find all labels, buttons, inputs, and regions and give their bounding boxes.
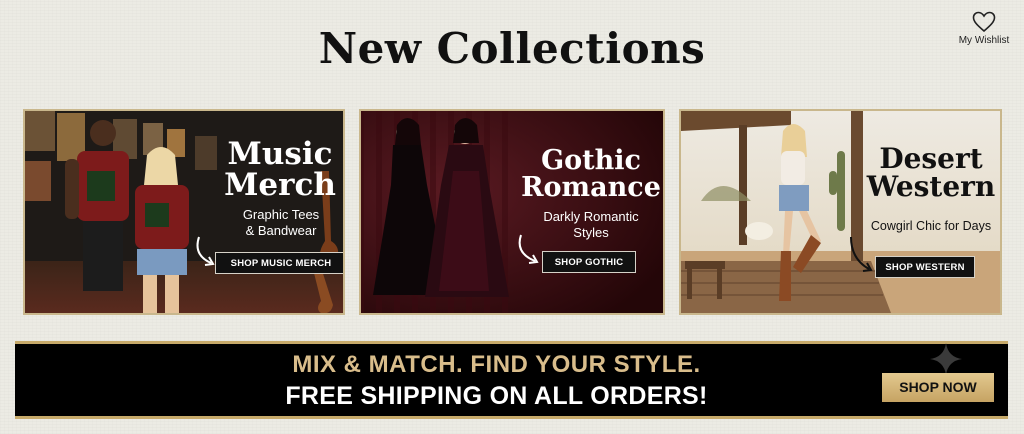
collection-card-desert-western[interactable]: Desert Western Cowgirl Chic for Days SHO… [679, 109, 1002, 315]
music-merch-heading: Music Merch [224, 136, 336, 203]
desert-western-subtitle: Cowgirl Chic for Days [870, 219, 992, 233]
gothic-romance-subtitle: Darkly Romantic Styles [543, 209, 639, 241]
shop-now-button[interactable]: SHOP NOW [882, 373, 994, 402]
promo-tagline: MIX & MATCH. FIND YOUR STYLE. [292, 351, 701, 378]
collection-card-music-merch[interactable]: Music Merch Graphic Tees & Bandwear SHOP… [23, 109, 345, 315]
collection-card-gothic-romance[interactable]: Gothic Romance Darkly Romantic Styles SH… [359, 109, 665, 315]
promo-free-shipping: FREE SHIPPING ON ALL ORDERS! [285, 382, 708, 410]
page-title: New Collections [318, 24, 706, 73]
wishlist-link[interactable]: My Wishlist [952, 11, 1016, 46]
gothic-romance-heading: Gothic Romance [521, 145, 661, 203]
curved-arrow-icon [196, 236, 215, 266]
wishlist-label: My Wishlist [958, 35, 1010, 46]
shop-gothic-button[interactable]: SHOP GOTHIC [542, 251, 636, 273]
promo-banner: MIX & MATCH. FIND YOUR STYLE. FREE SHIPP… [15, 341, 1008, 419]
curved-arrow-icon [850, 236, 873, 272]
desert-western-heading: Desert Western [866, 142, 996, 203]
sparkle-icon [930, 343, 962, 375]
curved-arrow-icon [518, 234, 539, 264]
shop-music-merch-button[interactable]: SHOP MUSIC MERCH [215, 252, 343, 274]
shop-western-button[interactable]: SHOP WESTERN [875, 256, 975, 278]
music-merch-subtitle: Graphic Tees & Bandwear [242, 207, 320, 239]
heart-icon [972, 11, 996, 33]
